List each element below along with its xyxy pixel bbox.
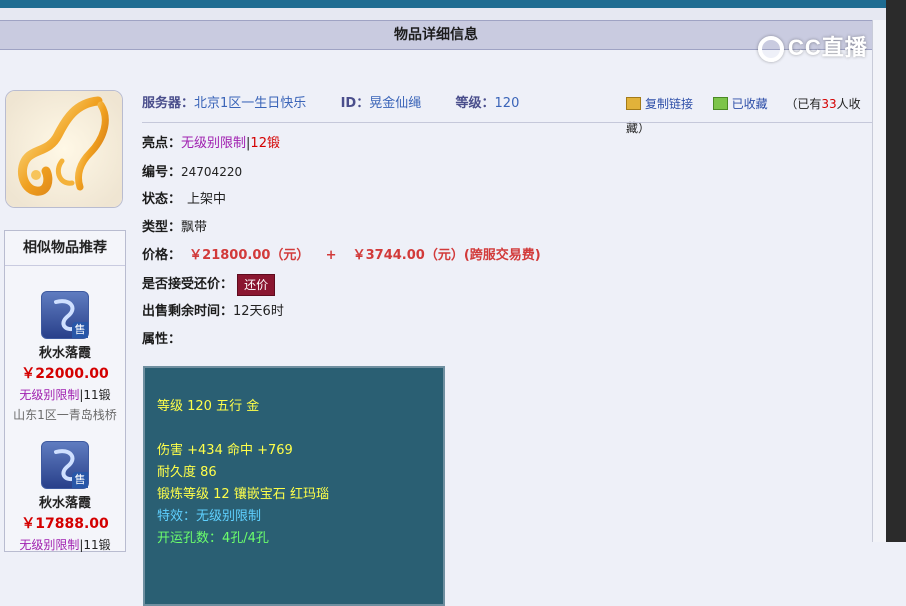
page-title: 物品详细信息 [0, 20, 872, 50]
time-value: 12天6时 [233, 304, 284, 319]
status-value: 上架中 [187, 192, 227, 207]
right-frame [872, 20, 887, 542]
window-edge [886, 0, 906, 542]
watermark-text: CC直播 [788, 35, 868, 60]
item-name: 秋水落霞 [38, 346, 91, 361]
info-divider [142, 122, 872, 123]
item-icon: 售 [41, 441, 89, 489]
top-strip [0, 0, 906, 8]
recommended-item[interactable]: 售 秋水落霞 ￥22000.00 无级别限制|11锻 山东1区一青岛栈桥 [5, 291, 125, 423]
item-actions: 复制链接 已收藏 （已有33人收藏） [626, 92, 872, 140]
attr-damage-line: 伤害 +434 命中 +769 [157, 443, 293, 458]
sidebar-title: 相似物品推荐 [5, 231, 125, 266]
type-label: 类型： [142, 220, 182, 235]
attr-durability-line: 耐久度 86 [157, 465, 217, 480]
item-image [5, 90, 123, 208]
price-plus: + [325, 248, 337, 263]
counter-offer-button[interactable]: 还价 [237, 273, 276, 296]
highlight-row: 亮点：无级别限制|12锻 [142, 132, 280, 156]
counter-offer-label: 是否接受还价： [142, 277, 234, 292]
number-value: 24704220 [181, 165, 243, 179]
server-label: 服务器： [142, 96, 195, 111]
highlight-a: 无级别限制 [181, 136, 247, 151]
highlight-b: 12锻 [250, 136, 280, 151]
main-content: 服务器：北京1区一生日快乐 ID：晃金仙绳 等级：120 复制链接 已收藏 （已… [0, 50, 872, 606]
copy-link-label: 复制链接 [645, 97, 694, 111]
status-row: 状态： 上架中 [142, 188, 226, 212]
time-label: 出售剩余时间： [142, 304, 234, 319]
type-row: 类型：飘带 [142, 216, 207, 240]
attr-holes-line: 开运孔数：4孔/4孔 [157, 531, 269, 546]
copy-icon [626, 97, 641, 110]
attr-row: 属性： [142, 328, 181, 352]
price-row: 价格： ￥21800.00（元） + ￥3744.00（元）(跨服交易费) [142, 244, 541, 268]
favorite-icon [712, 97, 728, 110]
item-price: ￥22000.00 [21, 366, 109, 382]
fav-prefix: （已有 [785, 97, 822, 111]
copy-link-button[interactable]: 复制链接 [626, 97, 693, 111]
attr-effect-line: 特效：无级别限制 [157, 509, 262, 524]
item-tags: 无级别限制|11锻 [5, 386, 125, 403]
top-strip-light [0, 8, 906, 20]
cc-watermark: CC直播 [758, 28, 878, 68]
price-label: 价格： [142, 248, 182, 263]
item-icon: 售 [41, 291, 89, 339]
status-label: 状态： [142, 192, 182, 207]
type-value: 飘带 [181, 220, 208, 235]
cc-logo-icon [758, 36, 784, 63]
counter-offer-row: 是否接受还价： 还价 [142, 273, 276, 297]
id-label: ID： [340, 96, 370, 111]
item-tag-a: 无级别限制 [19, 538, 80, 552]
cross-server-fee: ￥3744.00（元）(跨服交易费) [352, 248, 541, 263]
level-label: 等级： [455, 96, 495, 111]
highlight-label: 亮点： [142, 136, 182, 151]
item-name: 秋水落霞 [38, 496, 91, 511]
item-tag-b: 11锻 [83, 388, 111, 402]
id-value: 晃金仙绳 [369, 96, 422, 111]
item-tags: 无级别限制|11锻 [5, 536, 125, 553]
item-artwork [6, 91, 122, 207]
level-value: 120 [494, 96, 520, 111]
item-tag-b: 11锻 [83, 538, 111, 552]
favorite-button[interactable]: 已收藏 [712, 97, 768, 111]
attr-level-line: 等级 120 五行 金 [157, 399, 260, 414]
sell-badge: 售 [72, 322, 88, 338]
item-price: ￥17888.00 [21, 516, 109, 532]
fav-count: 33 [821, 97, 837, 111]
attributes-panel: 等级 120 五行 金 伤害 +434 命中 +769 耐久度 86 锻炼等级 … [143, 366, 445, 606]
number-row: 编号：24704220 [142, 160, 242, 184]
number-label: 编号： [142, 165, 182, 180]
attr-forge-line: 锻炼等级 12 镶嵌宝石 红玛瑙 [157, 487, 329, 502]
recommended-item[interactable]: 售 秋水落霞 ￥17888.00 无级别限制|11锻 [5, 441, 125, 553]
attr-label: 属性： [142, 332, 182, 347]
time-row: 出售剩余时间：12天6时 [142, 300, 284, 324]
sell-badge: 售 [72, 472, 88, 488]
price-value: ￥21800.00（元） [189, 248, 310, 263]
item-tag-a: 无级别限制 [19, 388, 80, 402]
item-server: 山东1区一青岛栈桥 [13, 408, 117, 422]
similar-items-sidebar: 相似物品推荐 售 秋水落霞 ￥22000.00 无级别限制|11锻 山东1区一青… [4, 230, 126, 552]
favorite-label: 已收藏 [731, 97, 768, 111]
server-value: 北京1区一生日快乐 [194, 96, 307, 111]
